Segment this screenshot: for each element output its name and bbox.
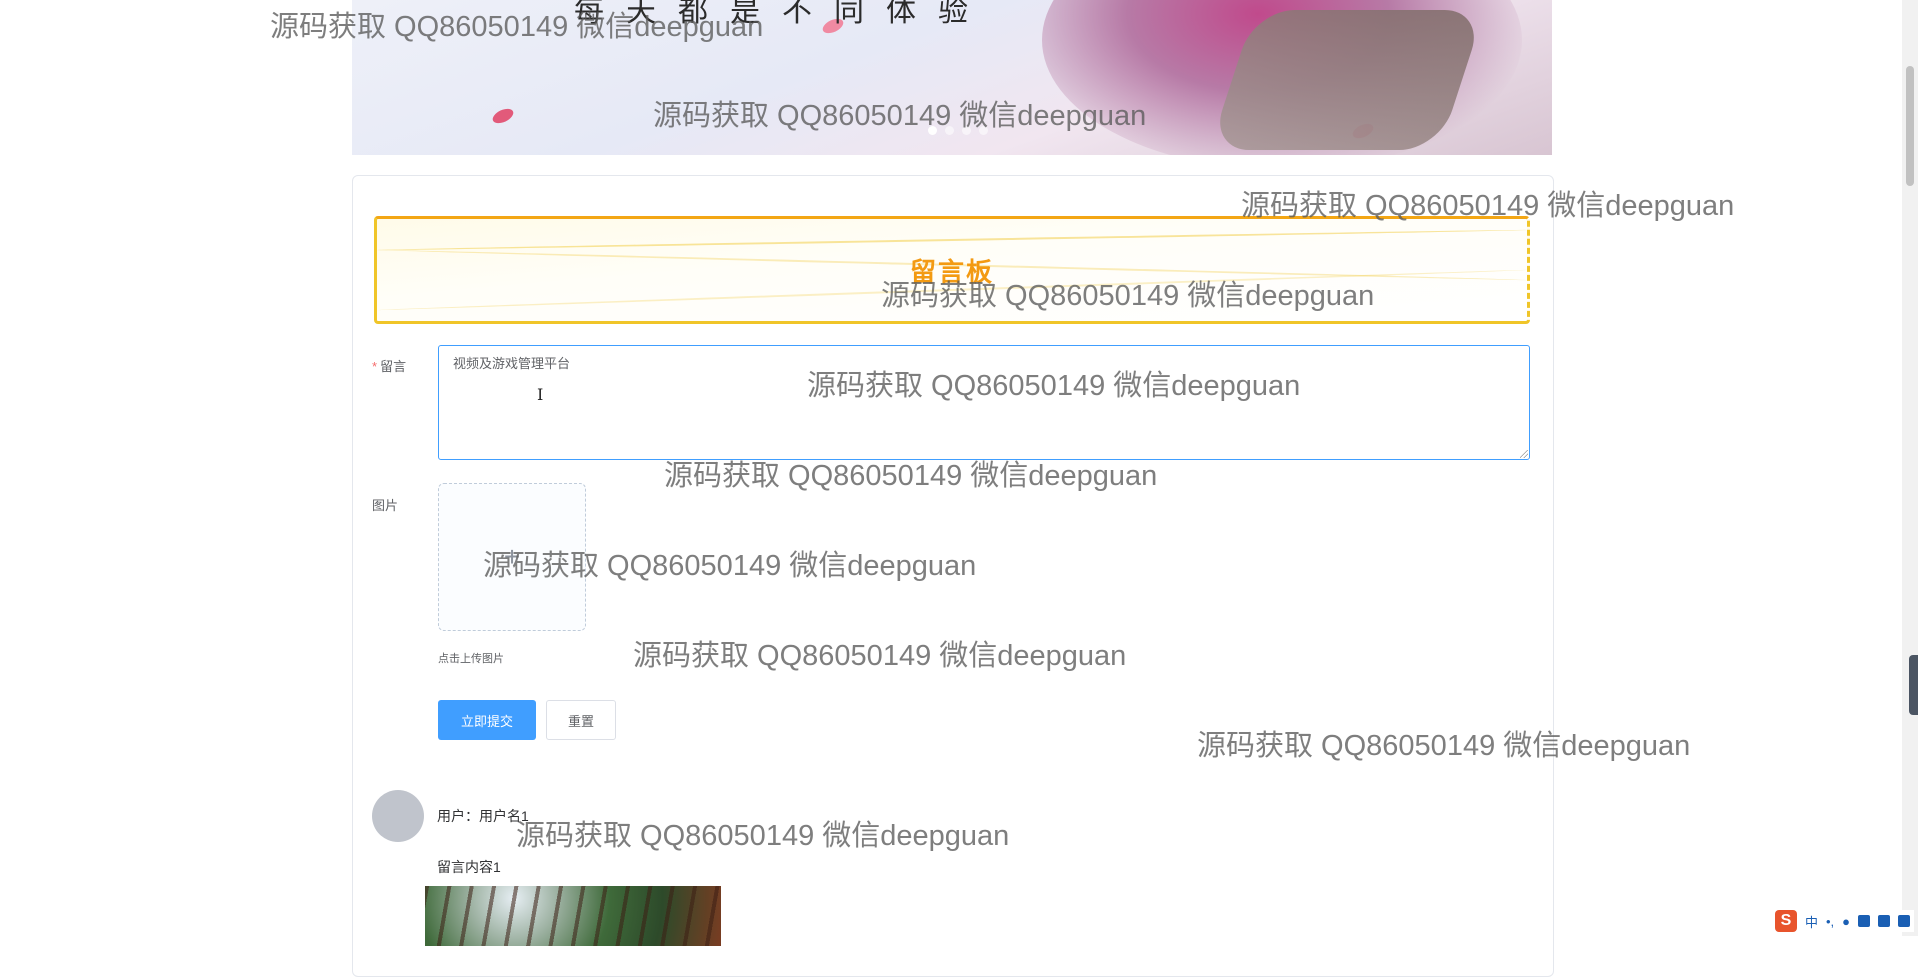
comment-content: 留言内容1 (437, 859, 501, 875)
ime-language[interactable]: 中 (1805, 912, 1818, 931)
required-mark: * (372, 359, 378, 374)
petal-decoration (490, 105, 516, 127)
punctuation-icon[interactable]: •, (1826, 914, 1834, 929)
text-cursor-icon: I (537, 385, 544, 404)
message-label-text: 留言 (380, 359, 407, 374)
banner-carousel[interactable]: 每天都是不同体验 (352, 0, 1552, 155)
sogou-logo-icon[interactable]: S (1774, 910, 1797, 932)
header-decoration (377, 228, 1527, 252)
message-board-header: 留言板 (374, 216, 1530, 324)
ime-toolbar[interactable]: S 中 •, ● (1770, 910, 1914, 932)
toolbox-icon[interactable] (1898, 915, 1910, 927)
resize-handle-icon[interactable] (1520, 450, 1528, 458)
reset-button[interactable]: 重置 (546, 700, 616, 740)
skin-icon[interactable] (1878, 915, 1890, 927)
message-text: 视频及游戏管理平台 (453, 356, 571, 371)
carousel-dot[interactable] (945, 126, 954, 135)
board-title: 留言板 (909, 257, 994, 287)
plus-icon: + (503, 541, 521, 572)
submit-button[interactable]: 立即提交 (438, 700, 536, 740)
banner-slogan: 每天都是不同体验 (574, 0, 990, 29)
scrollbar-thumb[interactable] (1906, 66, 1914, 186)
image-label: 图片 (372, 498, 399, 513)
upload-tip: 点击上传图片 (438, 653, 504, 665)
side-drawer-tab[interactable] (1909, 655, 1918, 715)
microphone-icon[interactable]: ● (1842, 914, 1850, 929)
carousel-dot[interactable] (962, 126, 971, 135)
avatar (372, 790, 424, 842)
comment-username: 用户：用户名1 (437, 808, 529, 824)
keyboard-icon[interactable] (1858, 915, 1870, 927)
comment-image[interactable] (425, 886, 721, 946)
message-label: * 留言 (372, 356, 406, 375)
carousel-dot[interactable] (979, 126, 988, 135)
carousel-dot[interactable] (928, 126, 937, 135)
vertical-scrollbar[interactable] (1902, 0, 1918, 936)
message-textarea[interactable]: 视频及游戏管理平台 (438, 345, 1530, 460)
image-upload[interactable]: + (438, 483, 586, 631)
carousel-indicators (928, 126, 988, 135)
